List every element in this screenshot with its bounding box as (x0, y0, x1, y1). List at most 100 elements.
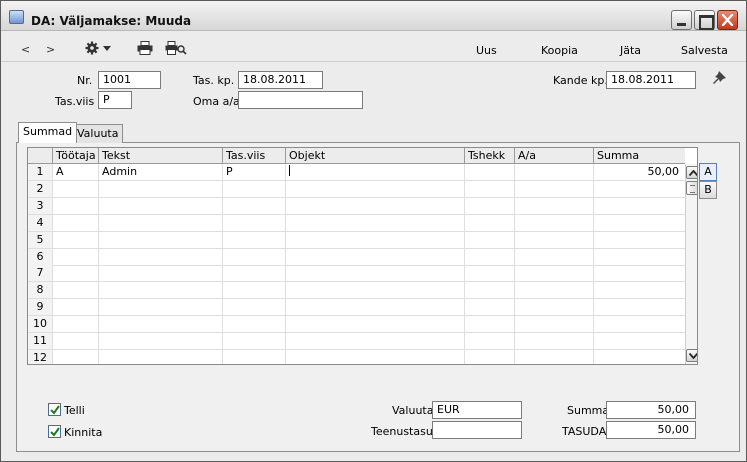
table-cell[interactable] (285, 248, 464, 265)
table-cell[interactable] (593, 299, 685, 316)
minimize-button[interactable] (671, 10, 692, 30)
nr-field[interactable]: 1001 (98, 71, 161, 89)
table-cell[interactable] (593, 282, 685, 299)
oma-aa-field[interactable] (238, 91, 363, 109)
table-row[interactable]: 11 (28, 333, 685, 350)
table-cell[interactable]: Admin (98, 164, 222, 180)
table-cell[interactable] (464, 214, 514, 231)
table-cell[interactable] (464, 164, 514, 180)
table-cell[interactable] (52, 265, 98, 282)
table-row[interactable]: 4 (28, 214, 685, 232)
table-cell[interactable] (222, 282, 285, 299)
table-cell[interactable] (593, 349, 685, 364)
table-row[interactable]: 12 (28, 349, 685, 364)
table-cell[interactable] (222, 248, 285, 265)
print-preview-icon[interactable] (165, 41, 187, 55)
new-button[interactable]: Uus (476, 44, 497, 57)
table-row[interactable]: 9 (28, 299, 685, 317)
table-cell[interactable] (514, 231, 593, 248)
table-cell[interactable] (593, 197, 685, 214)
telli-checkbox[interactable] (48, 403, 61, 416)
tab-valuuta[interactable]: Valuuta (72, 124, 124, 143)
kinnita-checkbox[interactable] (48, 425, 61, 438)
table-cell[interactable] (514, 214, 593, 231)
table-cell[interactable] (52, 299, 98, 316)
table-cell[interactable] (52, 214, 98, 231)
column-header[interactable]: A/a (514, 148, 593, 164)
table-cell[interactable] (464, 180, 514, 197)
table-cell[interactable] (222, 231, 285, 248)
table-cell[interactable] (222, 197, 285, 214)
table-cell[interactable] (514, 316, 593, 333)
table-cell[interactable] (52, 349, 98, 364)
tas-viis-field[interactable]: P (98, 91, 132, 109)
table-cell[interactable] (464, 282, 514, 299)
table-cell[interactable] (464, 333, 514, 349)
table-cell[interactable] (98, 333, 222, 349)
close-button[interactable] (717, 10, 738, 30)
table-cell[interactable] (285, 299, 464, 316)
table-cell[interactable] (285, 282, 464, 299)
table-cell[interactable] (222, 349, 285, 364)
vertical-scrollbar[interactable] (685, 164, 697, 364)
table-cell[interactable] (514, 349, 593, 364)
table-row[interactable]: 1 A Admin P 50,00 (28, 164, 685, 181)
table-cell[interactable] (98, 349, 222, 364)
table-cell[interactable] (514, 299, 593, 316)
table-cell[interactable] (98, 248, 222, 265)
table-cell[interactable] (285, 164, 464, 180)
table-cell[interactable] (222, 265, 285, 282)
table-cell[interactable] (98, 316, 222, 333)
copy-button[interactable]: Koopia (541, 44, 578, 57)
table-cell[interactable] (98, 231, 222, 248)
table-cell[interactable] (593, 231, 685, 248)
table-cell[interactable] (464, 197, 514, 214)
kande-kp-field[interactable]: 18.08.2011 (606, 71, 696, 89)
column-header[interactable]: Tas.viis (222, 148, 285, 164)
table-cell[interactable] (98, 282, 222, 299)
cancel-button[interactable]: Jäta (620, 44, 641, 57)
table-cell[interactable] (464, 231, 514, 248)
teenustasu-field[interactable] (432, 421, 522, 439)
table-cell[interactable] (52, 180, 98, 197)
table-cell[interactable] (593, 180, 685, 197)
scroll-thumb[interactable] (686, 181, 697, 195)
table-cell[interactable] (514, 265, 593, 282)
table-cell[interactable] (222, 333, 285, 349)
table-cell[interactable] (52, 248, 98, 265)
tas-kp-field[interactable]: 18.08.2011 (238, 71, 323, 89)
column-header[interactable]: Summa (593, 148, 685, 164)
table-row[interactable]: 6 (28, 248, 685, 266)
table-cell[interactable] (52, 333, 98, 349)
table-cell[interactable] (222, 316, 285, 333)
table-cell[interactable]: P (222, 164, 285, 180)
save-button[interactable]: Salvesta (681, 44, 728, 57)
table-row[interactable]: 2 (28, 180, 685, 198)
table-cell[interactable] (593, 333, 685, 349)
table-cell[interactable] (98, 299, 222, 316)
table-cell[interactable] (514, 197, 593, 214)
table-cell[interactable] (222, 214, 285, 231)
table-cell[interactable] (52, 231, 98, 248)
maximize-button[interactable] (694, 10, 715, 30)
table-cell[interactable] (285, 265, 464, 282)
column-header[interactable]: Töötaja (52, 148, 98, 164)
table-cell[interactable] (593, 316, 685, 333)
table-cell[interactable] (285, 214, 464, 231)
table-cell[interactable] (593, 265, 685, 282)
table-row[interactable]: 5 (28, 231, 685, 249)
forward-button[interactable]: > (46, 43, 55, 56)
tab-summad[interactable]: Summad (18, 122, 78, 143)
back-button[interactable]: < (21, 43, 30, 56)
table-cell[interactable] (52, 316, 98, 333)
table-row[interactable]: 10 (28, 316, 685, 334)
table-cell[interactable] (464, 299, 514, 316)
table-cell[interactable] (98, 214, 222, 231)
table-row[interactable]: 7 (28, 265, 685, 283)
table-cell[interactable] (514, 282, 593, 299)
table-cell[interactable] (285, 349, 464, 364)
table-cell[interactable] (593, 214, 685, 231)
column-header[interactable]: Objekt (285, 148, 464, 164)
table-cell[interactable] (98, 197, 222, 214)
gear-icon[interactable] (85, 41, 113, 55)
